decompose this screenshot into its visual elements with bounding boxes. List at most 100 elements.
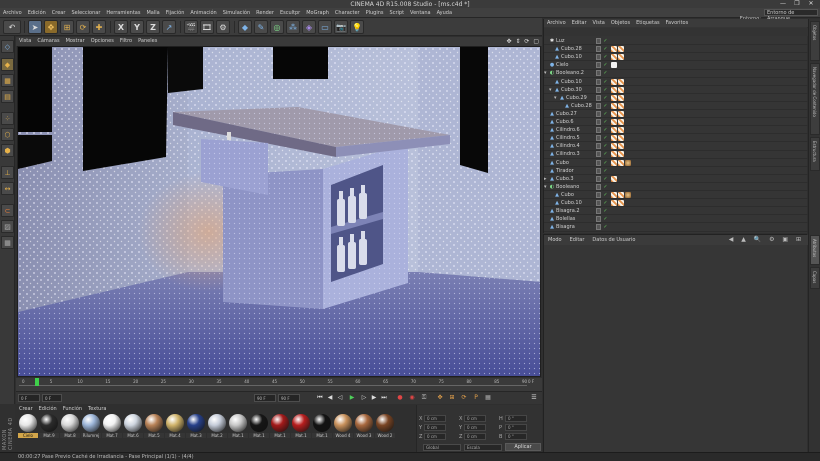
menu-seleccionar[interactable]: Seleccionar <box>68 8 103 18</box>
dock-tab-content-browser[interactable]: Navegador de Contenido <box>810 63 820 135</box>
autokeying-button[interactable]: ◉ <box>408 394 416 402</box>
rotation-b-field[interactable]: 0 ° <box>505 433 527 440</box>
texture-tag-icon[interactable] <box>618 119 624 125</box>
object-row[interactable]: ▸ ▲ Cubo.3 ✓ <box>544 175 808 183</box>
texture-tag-icon[interactable] <box>611 94 617 101</box>
material-menu-crear[interactable]: Crear <box>16 405 36 413</box>
object-row[interactable]: ▲ Cubo.28 ✓ <box>544 102 808 111</box>
add-environment-button[interactable]: ▭ <box>318 20 332 34</box>
enabled-check-icon[interactable]: ✓ <box>603 160 608 166</box>
om-menu-favoritos[interactable]: Favoritos <box>663 19 692 27</box>
go-to-end-button[interactable]: ⏭ <box>380 394 388 402</box>
object-name[interactable]: Cubo.10 <box>561 53 582 61</box>
viewport-menu-camaras[interactable]: Cámaras <box>34 37 62 46</box>
texture-tag-icon[interactable] <box>611 127 617 134</box>
enabled-check-icon[interactable]: ✓ <box>603 46 608 52</box>
object-name[interactable]: Cubo.10 <box>561 199 582 207</box>
dock-tab-capas[interactable]: Capas <box>810 267 820 289</box>
enabled-check-icon[interactable]: ✓ <box>603 79 608 85</box>
object-row[interactable]: ▲ Cilindro.3 ✓ <box>544 150 808 159</box>
preview-end-field[interactable]: 90 F <box>254 394 276 402</box>
timeline-menu-button[interactable]: ☰ <box>530 394 538 402</box>
move-tool-button[interactable]: ✥ <box>44 20 58 34</box>
material-swatch[interactable]: Wood 3 <box>354 413 374 441</box>
rotate-tool-button[interactable]: ⟳ <box>76 20 90 34</box>
object-name[interactable]: Cilindro.4 <box>556 142 580 150</box>
next-frame-button[interactable]: ▷ <box>360 394 368 402</box>
menu-ventana[interactable]: Ventana <box>407 8 434 18</box>
menu-character[interactable]: Character <box>332 8 363 18</box>
object-name[interactable]: Cubo.10 <box>561 78 582 86</box>
object-name[interactable]: Cubo <box>556 159 569 167</box>
dock-tab-estructura[interactable]: Estructura <box>810 137 820 171</box>
next-key-button[interactable]: ▶ <box>370 394 378 402</box>
material-swatch[interactable]: Wood 2 <box>375 413 395 441</box>
layer-visibility-toggle[interactable] <box>596 143 601 150</box>
object-row[interactable]: ▲ Cilindro.5 ✓ <box>544 134 808 143</box>
minimize-button[interactable]: — <box>776 0 790 8</box>
object-name[interactable]: Cielo <box>556 61 568 69</box>
viewport-menu-vista[interactable]: Vista <box>16 37 34 46</box>
edges-mode-button[interactable]: ⬡ <box>1 128 14 141</box>
enabled-check-icon[interactable]: ✓ <box>603 127 608 133</box>
texture-tag-icon[interactable] <box>611 102 617 109</box>
dock-tab-atributos[interactable]: Atributos <box>810 235 820 265</box>
om-menu-archivo[interactable]: Archivo <box>544 19 569 27</box>
object-name[interactable]: Booleano.2 <box>556 69 584 77</box>
layer-visibility-toggle[interactable] <box>596 86 601 93</box>
enabled-check-icon[interactable]: ✓ <box>603 143 608 149</box>
points-mode-button[interactable]: ⁘ <box>1 112 14 125</box>
om-menu-etiquetas[interactable]: Etiquetas <box>633 19 663 27</box>
enabled-check-icon[interactable]: ✓ <box>603 208 608 214</box>
texture-tag-icon[interactable] <box>618 127 624 134</box>
object-row[interactable]: ▲ Tirador ✓ <box>544 167 808 175</box>
playhead-marker[interactable] <box>35 378 39 386</box>
menu-herramientas[interactable]: Herramientas <box>103 8 143 18</box>
material-swatch[interactable]: Rilumrej <box>81 413 101 441</box>
object-name[interactable]: Cilindro.3 <box>556 150 580 158</box>
menu-plugins[interactable]: Plugins <box>363 8 387 18</box>
layer-visibility-toggle[interactable] <box>596 102 601 109</box>
add-array-button[interactable]: ⁂ <box>286 20 300 34</box>
material-swatch[interactable]: Wood 4 <box>333 413 353 441</box>
enabled-check-icon[interactable]: ✓ <box>603 151 608 157</box>
enabled-check-icon[interactable]: ✓ <box>603 95 608 101</box>
texture-tag-icon[interactable] <box>618 200 624 206</box>
menu-mograph[interactable]: MoGraph <box>303 8 332 18</box>
texture-tag-icon[interactable] <box>611 62 617 69</box>
texture-tag-icon[interactable] <box>611 200 617 206</box>
object-row[interactable]: ▲ Cubo.6 ✓ <box>544 118 808 127</box>
layer-visibility-toggle[interactable] <box>596 135 601 142</box>
enabled-check-icon[interactable]: ✓ <box>603 224 608 230</box>
add-camera-button[interactable]: 📷 <box>334 20 348 34</box>
position-key-button[interactable]: ✥ <box>436 394 444 402</box>
apply-button[interactable]: Aplicar <box>505 443 541 451</box>
size-y-field[interactable]: 0 cm <box>464 424 486 431</box>
material-menu-funcion[interactable]: Función <box>60 405 85 413</box>
record-active-button[interactable]: ● <box>396 394 404 402</box>
object-name[interactable]: Cubo.30 <box>561 86 582 94</box>
material-swatch[interactable]: Mat.1 <box>291 413 311 441</box>
object-name[interactable]: Luz <box>556 37 565 45</box>
enabled-check-icon[interactable]: ✓ <box>603 168 608 174</box>
object-row[interactable]: ▲ Cubo.10 ✓ <box>544 78 808 86</box>
object-name[interactable]: Cubo.28 <box>561 45 582 53</box>
object-name[interactable]: Tirador <box>556 167 574 175</box>
texture-tag-icon[interactable] <box>618 46 624 53</box>
object-row[interactable]: ▲ Cilindro.4 ✓ <box>544 142 808 151</box>
position-z-field[interactable]: 0 cm <box>424 433 446 440</box>
texture-tag-icon[interactable] <box>611 135 617 142</box>
menu-simulacion[interactable]: Simulación <box>220 8 253 18</box>
object-row[interactable]: ▲ Bolellas ✓ <box>544 215 808 224</box>
layer-visibility-toggle[interactable] <box>596 208 601 215</box>
size-x-field[interactable]: 0 cm <box>464 415 486 422</box>
position-x-field[interactable]: 0 cm <box>424 415 446 422</box>
lock-workplane-button[interactable]: ▨ <box>1 220 14 233</box>
viewport-menu-opciones[interactable]: Opciones <box>88 37 117 46</box>
object-row[interactable]: ▲ Cubo ✓ <box>544 159 808 167</box>
menu-ayuda[interactable]: Ayuda <box>434 8 455 18</box>
enabled-check-icon[interactable]: ✓ <box>603 87 608 93</box>
material-swatch[interactable]: Cielo <box>18 413 38 441</box>
object-row[interactable]: ▲ Cubo ✓ <box>544 191 808 200</box>
texture-tag-icon[interactable] <box>618 94 624 101</box>
